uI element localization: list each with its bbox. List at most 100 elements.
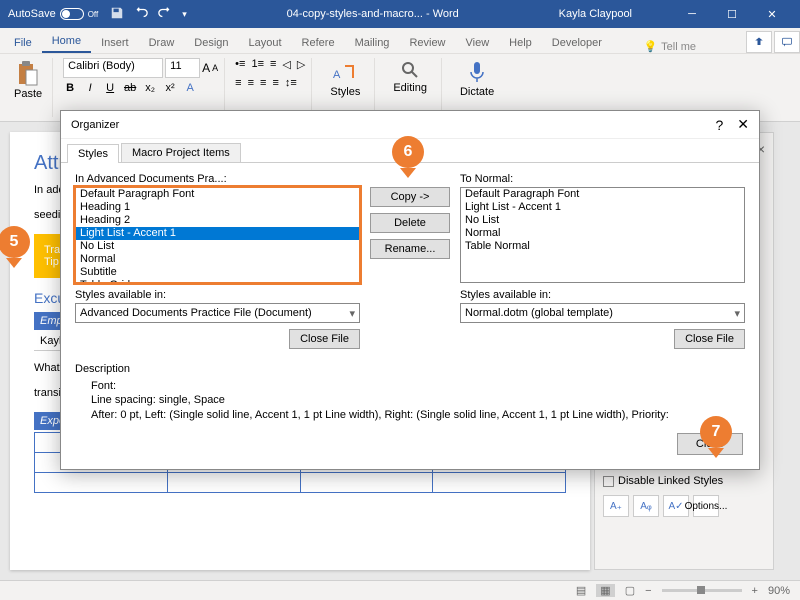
tab-macro-dlg[interactable]: Macro Project Items [121, 143, 241, 162]
disable-linked-checkbox[interactable]: Disable Linked Styles [603, 475, 765, 487]
grow-font-icon[interactable]: A [202, 61, 210, 75]
redo-icon[interactable] [158, 6, 172, 23]
tab-mailings[interactable]: Mailing [345, 33, 400, 53]
justify-icon[interactable]: ≡ [272, 77, 278, 89]
source-listbox[interactable]: Default Paragraph Font Heading 1 Heading… [75, 187, 360, 283]
source-template-dropdown[interactable]: Advanced Documents Practice File (Docume… [75, 303, 360, 323]
subscript-button[interactable]: x₂ [143, 82, 157, 94]
list-item[interactable]: Table Grid [76, 279, 359, 283]
undo-icon[interactable] [134, 6, 148, 23]
indent-right-icon[interactable]: ▷ [297, 58, 305, 71]
tab-review[interactable]: Review [399, 33, 455, 53]
editing-group: Editing [379, 58, 442, 117]
minimize-icon[interactable]: ─ [672, 0, 712, 28]
table-cell[interactable] [35, 472, 168, 492]
comments-icon[interactable] [774, 31, 800, 53]
options-button[interactable]: Options... [693, 495, 719, 517]
indent-left-icon[interactable]: ◁ [282, 58, 290, 71]
zoom-in-icon[interactable]: + [752, 585, 758, 597]
list-item[interactable]: Light List - Accent 1 [461, 201, 744, 214]
list-item[interactable]: Table Normal [461, 240, 744, 253]
tab-view[interactable]: View [456, 33, 500, 53]
new-style-button[interactable]: A₊ [603, 495, 629, 517]
tab-layout[interactable]: Layout [239, 33, 292, 53]
tab-design[interactable]: Design [184, 33, 238, 53]
font-family-dropdown[interactable]: Calibri (Body) [63, 58, 163, 78]
list-item[interactable]: Normal [461, 227, 744, 240]
list-item[interactable]: Heading 1 [76, 201, 359, 214]
editing-button[interactable]: Editing [385, 58, 435, 96]
multilevel-icon[interactable]: ≡ [270, 58, 276, 71]
web-layout-icon[interactable]: ▢ [625, 584, 635, 597]
maximize-icon[interactable]: ☐ [712, 0, 752, 28]
paste-button[interactable]: Paste [10, 58, 46, 102]
close-file-button-right[interactable]: Close File [674, 329, 745, 349]
table-cell[interactable] [167, 472, 300, 492]
close-icon[interactable]: ✕ [752, 0, 792, 28]
bold-button[interactable]: B [63, 82, 77, 94]
list-item[interactable]: Heading 2 [76, 214, 359, 227]
dd-value: Advanced Documents Practice File (Docume… [80, 307, 312, 319]
copy-button[interactable]: Copy -> [370, 187, 450, 207]
line-spacing-icon[interactable]: ↕≡ [285, 77, 297, 89]
tab-home[interactable]: Home [42, 31, 91, 53]
align-right-icon[interactable]: ≡ [260, 77, 266, 89]
font-size-dropdown[interactable]: 11 [165, 58, 200, 78]
quick-access-toolbar: ▾ [110, 6, 187, 23]
style-inspector-button[interactable]: Aᵩ [633, 495, 659, 517]
tab-styles-dlg[interactable]: Styles [67, 144, 119, 163]
numbering-icon[interactable]: 1≡ [251, 58, 264, 71]
rename-button[interactable]: Rename... [370, 239, 450, 259]
tell-me-search[interactable]: 💡 Tell me [643, 40, 746, 53]
transfer-buttons: Copy -> Delete Rename... [370, 173, 450, 349]
list-item[interactable]: Normal [76, 253, 359, 266]
superscript-button[interactable]: x² [163, 82, 177, 94]
paste-label: Paste [14, 88, 42, 100]
close-file-button-left[interactable]: Close File [289, 329, 360, 349]
align-center-icon[interactable]: ≡ [248, 77, 254, 89]
zoom-slider[interactable] [662, 589, 742, 592]
tab-file[interactable]: File [4, 33, 42, 53]
save-icon[interactable] [110, 6, 124, 23]
zoom-level[interactable]: 90% [768, 585, 790, 597]
callout-pin: 7 [700, 416, 732, 448]
share-icon[interactable] [746, 31, 772, 53]
list-item[interactable]: No List [76, 240, 359, 253]
toggle-switch[interactable] [60, 8, 84, 20]
print-layout-icon[interactable]: ▦ [596, 584, 614, 597]
strike-button[interactable]: ab [123, 82, 137, 94]
desc-font: Font: [91, 379, 745, 393]
table-cell[interactable] [300, 472, 433, 492]
tab-insert[interactable]: Insert [91, 33, 139, 53]
list-item[interactable]: No List [461, 214, 744, 227]
share-buttons [746, 31, 800, 53]
list-item-selected[interactable]: Light List - Accent 1 [76, 227, 359, 240]
zoom-out-icon[interactable]: − [645, 585, 651, 597]
styles-button[interactable]: A Styles [322, 58, 368, 100]
bullets-icon[interactable]: •≡ [235, 58, 245, 71]
description-text: Font: Line spacing: single, Space After:… [75, 379, 745, 422]
text-effects-button[interactable]: A [183, 82, 197, 94]
table-cell[interactable] [433, 472, 566, 492]
tab-draw[interactable]: Draw [139, 33, 185, 53]
read-mode-icon[interactable]: ▤ [576, 584, 586, 597]
help-icon[interactable]: ? [715, 117, 723, 133]
target-template-dropdown[interactable]: Normal.dotm (global template) [460, 303, 745, 323]
list-item[interactable]: Subtitle [76, 266, 359, 279]
delete-button[interactable]: Delete [370, 213, 450, 233]
underline-button[interactable]: U [103, 82, 117, 94]
list-item[interactable]: Default Paragraph Font [461, 188, 744, 201]
italic-button[interactable]: I [83, 82, 97, 94]
tab-developer[interactable]: Developer [542, 33, 612, 53]
dictate-button[interactable]: Dictate [452, 58, 502, 100]
available-in-label: Styles available in: [460, 289, 745, 301]
tab-help[interactable]: Help [499, 33, 542, 53]
user-name[interactable]: Kayla Claypool [559, 8, 632, 20]
autosave-toggle[interactable]: AutoSave Off [8, 8, 98, 20]
target-listbox[interactable]: Default Paragraph Font Light List - Acce… [460, 187, 745, 283]
align-left-icon[interactable]: ≡ [235, 77, 241, 89]
tab-references[interactable]: Refere [292, 33, 345, 53]
shrink-font-icon[interactable]: A [212, 63, 218, 73]
list-item[interactable]: Default Paragraph Font [76, 188, 359, 201]
dialog-close-icon[interactable]: ✕ [737, 116, 749, 133]
